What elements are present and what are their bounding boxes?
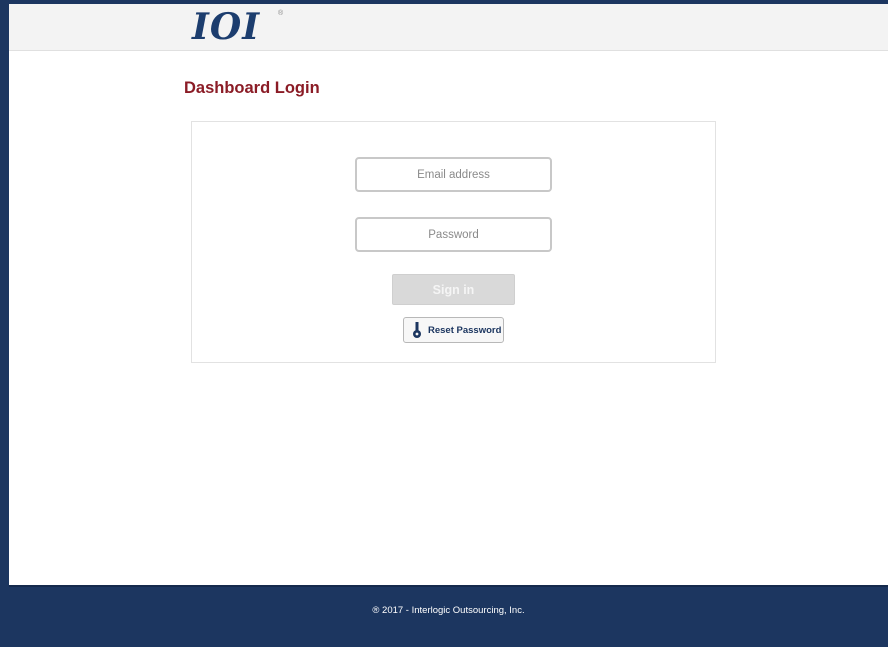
signin-label: Sign in	[432, 282, 475, 297]
site-footer: ® 2017 - Interlogic Outsourcing, Inc.	[9, 585, 888, 647]
email-field[interactable]	[355, 157, 552, 192]
reset-password-button[interactable]: Reset Password	[403, 317, 504, 343]
password-field[interactable]	[355, 217, 552, 252]
registered-mark: ®	[278, 10, 284, 17]
signin-button[interactable]: Sign in	[392, 274, 515, 305]
page-title: Dashboard Login	[184, 79, 320, 97]
site-header: IOI ®	[9, 4, 888, 51]
reset-password-label: Reset Password	[428, 324, 502, 336]
key-icon	[407, 319, 427, 341]
browser-viewport: IOI ® Dashboard Login Sign in Reset Pass…	[9, 4, 888, 585]
copyright-text: ® 2017 - Interlogic Outsourcing, Inc.	[372, 605, 525, 616]
app-window: IOI ® Dashboard Login Sign in Reset Pass…	[0, 0, 888, 647]
ioi-logo[interactable]: IOI	[192, 7, 260, 47]
login-card: Sign in Reset Password	[191, 121, 716, 363]
